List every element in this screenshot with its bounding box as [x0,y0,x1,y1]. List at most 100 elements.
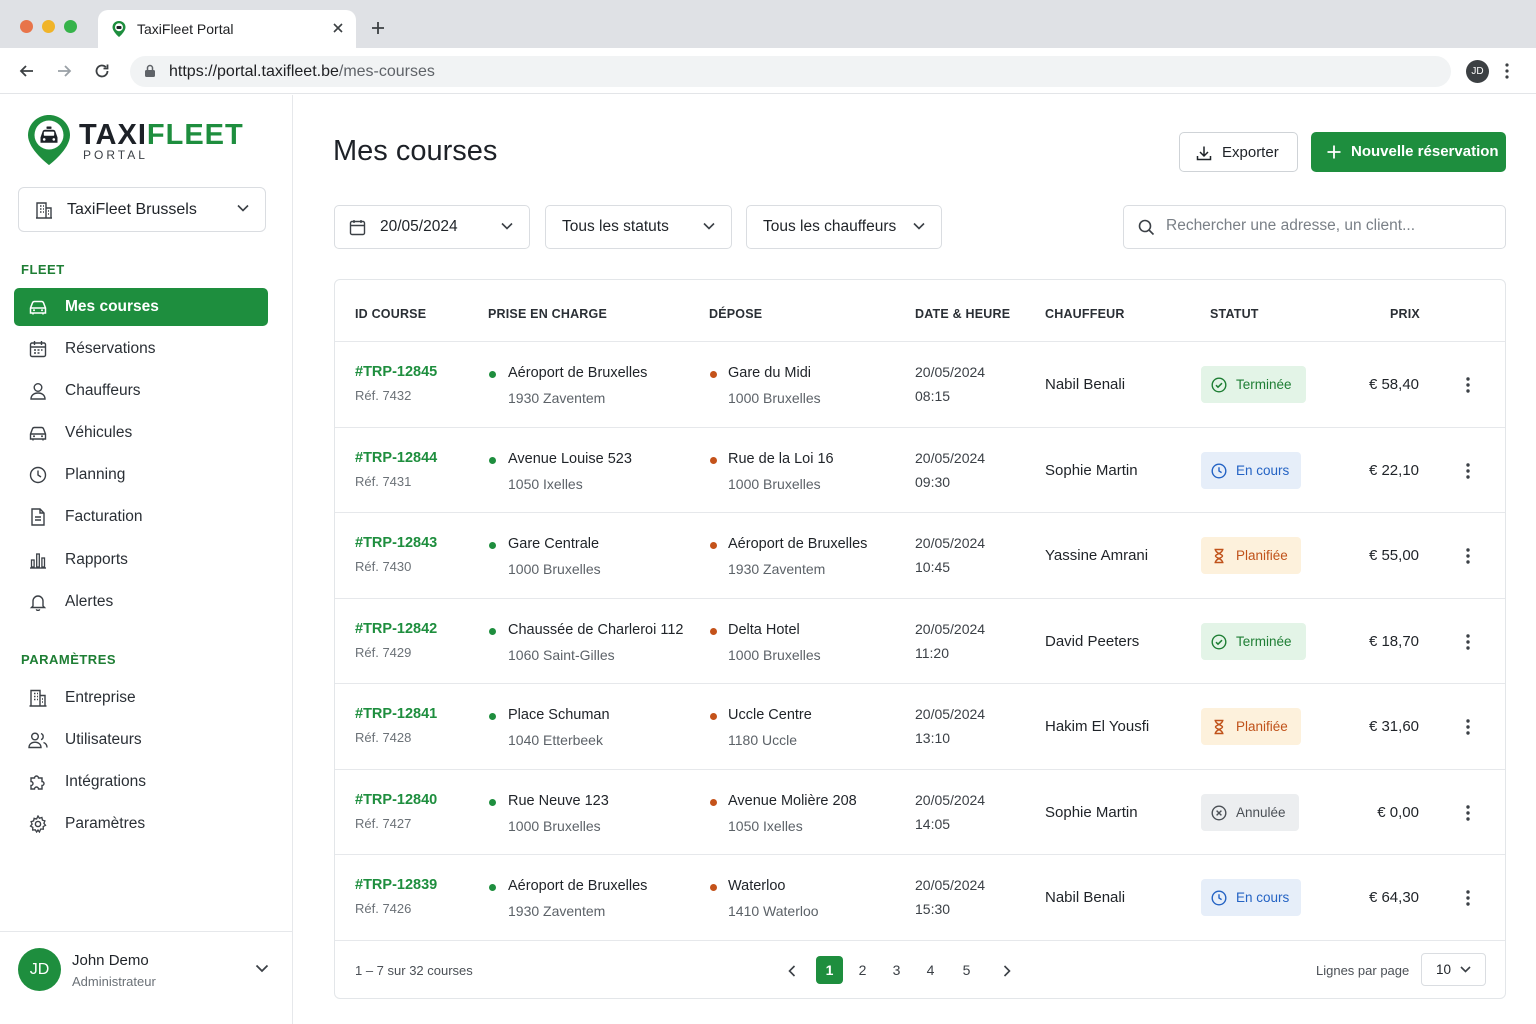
dropoff-dot-icon [710,713,717,720]
table-row[interactable]: #TRP-12843 Réf. 7430 Gare Centrale 1000 Bru… [335,512,1505,597]
window-minimize-button[interactable] [42,20,55,33]
course-id-link[interactable]: #TRP-12843 [355,535,437,551]
back-arrow-icon[interactable] [18,62,36,80]
more-vertical-icon[interactable] [1466,377,1470,393]
chevron-down-icon [501,222,513,230]
dropoff-city: 1410 Waterloo [728,903,819,919]
browser-tab[interactable]: TaxiFleet Portal [98,10,356,48]
status-badge: Terminée [1201,622,1306,660]
course-id-link[interactable]: #TRP-12844 [355,450,437,466]
page-button-3[interactable]: 3 [883,956,910,984]
address-bar[interactable]: https://portal.taxifleet.be/mes-courses [130,56,1451,87]
new-tab-icon[interactable] [370,20,386,36]
course-date: 20/05/2024 [915,620,986,637]
browser-tab-bar: TaxiFleet Portal [0,0,1536,48]
sidebar-item-alertes[interactable]: Alertes [14,583,268,621]
close-icon[interactable] [332,22,344,34]
table-row[interactable]: #TRP-12839 Réf. 7426 Aéroport de Bruxelles… [335,854,1505,939]
x-circle-icon [1211,804,1227,821]
course-ref: Réf. 7429 [355,644,412,660]
course-id-link[interactable]: #TRP-12839 [355,877,437,893]
course-id-link[interactable]: #TRP-12842 [355,621,437,637]
status-filter[interactable]: Tous les statuts [545,205,732,249]
column-header-driver[interactable]: CHAUFFEUR [1045,307,1125,321]
user-menu[interactable]: JD John Demo Administrateur [0,931,292,1024]
sidebar-item-entreprise[interactable]: Entreprise [14,679,268,717]
window-close-button[interactable] [20,20,33,33]
pickup-dot-icon [489,627,496,635]
sidebar-item-facturation[interactable]: Facturation [14,498,268,536]
dropoff-dot-icon [710,371,717,378]
hourglass-icon [1211,719,1227,735]
column-header-pickup[interactable]: PRISE EN CHARGE [488,307,607,321]
pickup-city: 1060 Saint-Gilles [508,646,615,663]
sidebar-item-integrations[interactable]: Intégrations [14,763,268,801]
bell-icon [28,593,48,611]
organization-select[interactable]: TaxiFleet Brussels [18,187,266,232]
table-row[interactable]: #TRP-12842 Réf. 7429 Chaussée de Charleroi… [335,597,1505,683]
table-row[interactable]: #TRP-12844 Réf. 7431 Avenue Louise 523 1050… [335,426,1505,512]
course-time: 10:45 [915,559,951,575]
sidebar-item-rapports[interactable]: Rapports [14,541,268,579]
chevron-down-icon[interactable] [255,964,269,973]
dropoff-city: 1000 Bruxelles [728,390,821,406]
column-header-dropoff[interactable]: DÉPOSE [709,307,762,321]
chevron-right-icon[interactable] [1003,965,1011,977]
course-ref: Réf. 7432 [355,388,412,403]
more-vertical-icon[interactable] [1466,804,1470,821]
sidebar-item-planning[interactable]: Planning [14,456,268,494]
settings-section-title: PARAMÈTRES [21,652,117,667]
more-vertical-icon[interactable] [1466,719,1470,735]
rows-per-page-select[interactable]: 10 [1421,953,1486,986]
status-badge: Planifiée [1201,537,1301,574]
document-icon [28,508,48,526]
more-vertical-icon[interactable] [1466,548,1470,564]
column-header-price[interactable]: PRIX [1390,307,1420,321]
sidebar-item-chauffeurs[interactable]: Chauffeurs [14,372,268,410]
course-time: 09:30 [915,473,951,490]
sidebar-item-vehicules[interactable]: Véhicules [14,414,268,452]
date-filter[interactable]: 20/05/2024 [334,205,530,249]
column-header-datetime[interactable]: DATE & HEURE [915,307,1010,321]
sidebar-item-utilisateurs[interactable]: Utilisateurs [14,721,268,759]
page-button-4[interactable]: 4 [917,956,944,984]
page-button-1[interactable]: 1 [816,956,843,984]
table-row[interactable]: #TRP-12841 Réf. 7428 Place Schuman 1040 Ett… [335,683,1505,768]
column-header-status[interactable]: STATUT [1210,307,1259,321]
driver-filter[interactable]: Tous les chauffeurs [746,205,942,249]
status-badge: Annulée [1201,793,1299,831]
chevron-left-icon[interactable] [788,965,796,977]
page-button-5[interactable]: 5 [953,956,980,984]
users-icon [28,731,48,749]
more-vertical-icon[interactable] [1466,462,1470,479]
sidebar-item-parametres[interactable]: Paramètres [14,805,268,843]
sidebar-item-mes-courses[interactable]: Mes courses [14,288,268,326]
export-button[interactable]: Exporter [1179,132,1298,172]
course-price: € 58,40 [1368,376,1419,393]
more-vertical-icon[interactable] [1466,890,1470,906]
pickup-city: 1000 Bruxelles [508,817,601,834]
forward-arrow-icon[interactable] [55,62,73,80]
sidebar-item-reservations[interactable]: Réservations [14,330,268,368]
table-footer-divider [335,940,1505,941]
reload-icon[interactable] [93,62,111,80]
profile-avatar[interactable]: JD [1466,60,1489,83]
table-row[interactable]: #TRP-12840 Réf. 7427 Rue Neuve 123 1000 Bru… [335,768,1505,854]
search-box[interactable] [1123,205,1506,249]
pickup-address: Place Schuman [508,707,610,723]
courses-table: ID COURSE PRISE EN CHARGE DÉPOSE DATE & … [334,279,1506,999]
course-id-link[interactable]: #TRP-12840 [355,792,437,808]
new-reservation-button[interactable]: Nouvelle réservation [1311,132,1506,172]
clock-icon [1211,462,1227,479]
puzzle-icon [28,773,48,791]
browser-menu-icon[interactable] [1505,63,1509,79]
window-maximize-button[interactable] [64,20,77,33]
course-id-link[interactable]: #TRP-12841 [355,706,437,722]
table-row[interactable]: #TRP-12845 Réf. 7432 Aéroport de Bruxelles… [335,341,1505,426]
search-input[interactable] [1166,217,1486,235]
page-button-2[interactable]: 2 [849,956,876,984]
pickup-dot-icon [489,542,496,549]
column-header-id[interactable]: ID COURSE [355,307,426,321]
more-vertical-icon[interactable] [1466,633,1470,650]
course-id-link[interactable]: #TRP-12845 [355,364,437,380]
